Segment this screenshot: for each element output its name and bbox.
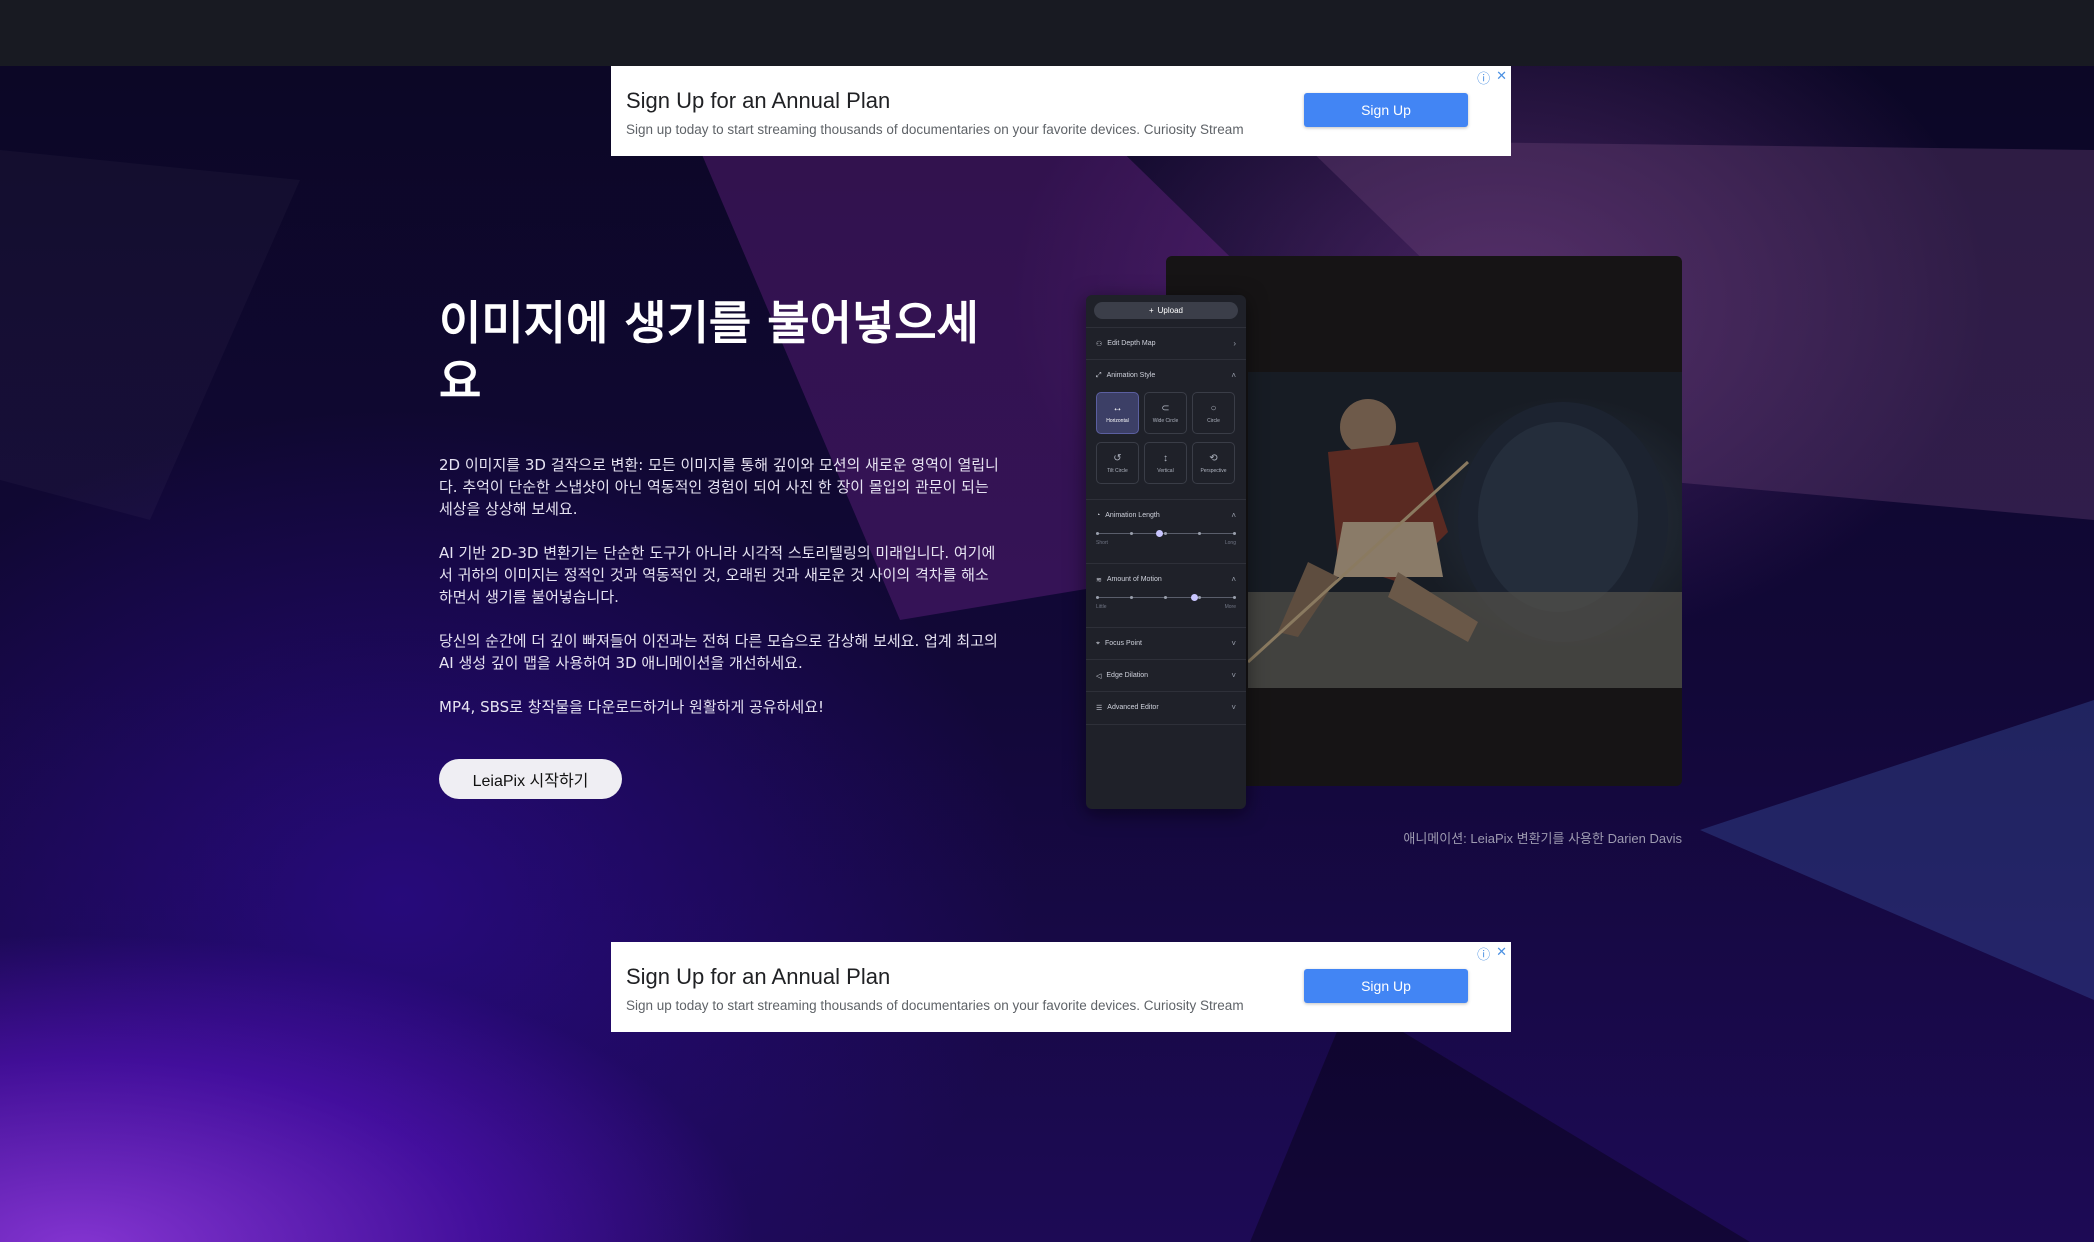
edit-depth-map-row[interactable]: ⚇ Edit Depth Map › xyxy=(1086,327,1246,360)
image-credit-caption: 애니메이션: LeiaPix 변환기를 사용한 Darien Davis xyxy=(1403,831,1682,846)
depth-map-icon: ⚇ xyxy=(1096,340,1103,348)
chevron-up-icon[interactable]: ˄ xyxy=(1231,371,1236,380)
amount-of-motion-label: Amount of Motion xyxy=(1106,576,1162,583)
leiapix-control-panel: + Upload ⚇ Edit Depth Map › ⤢ Animation … xyxy=(1086,295,1246,809)
ad-title[interactable]: Sign Up for an Annual Plan xyxy=(626,88,890,114)
edge-icon: ◁ xyxy=(1096,672,1102,680)
chevron-down-icon: ˅ xyxy=(1231,703,1236,712)
intro-paragraph-3: 당신의 순간에 더 깊이 빠져들어 이전과는 전혀 다른 모습으로 감상해 보세… xyxy=(439,632,998,672)
animation-style-icon: ⤢ xyxy=(1096,371,1102,379)
style-wide-circle[interactable]: ⊂ Wide Circle xyxy=(1144,392,1187,434)
amount-of-motion-section: ≋ Amount of Motion ˄ Little More xyxy=(1086,563,1246,628)
chevron-down-icon: ˅ xyxy=(1231,671,1236,680)
animation-style-section: ⤢ Animation Style ˄ ↔ Horizontal ⊂ Wide … xyxy=(1086,359,1246,500)
ad-banner-bottom[interactable]: Sign Up for an Annual Plan Sign up today… xyxy=(611,942,1511,1032)
edge-dilation-label: Edge Dilation xyxy=(1106,672,1149,679)
close-icon[interactable]: ✕ xyxy=(1496,944,1507,963)
animation-length-label: Animation Length xyxy=(1105,512,1160,519)
style-tilt-circle[interactable]: ↺ Tilt Circle xyxy=(1096,442,1139,484)
perspective-icon: ⟲ xyxy=(1209,452,1218,464)
wide-circle-icon: ⊂ xyxy=(1161,402,1170,414)
style-vertical[interactable]: ↕ Vertical xyxy=(1144,442,1187,484)
slider-knob[interactable] xyxy=(1156,530,1163,537)
intro-paragraph-2: AI 기반 2D-3D 변환기는 단순한 도구가 아니라 시각적 스토리텔링의 … xyxy=(439,544,996,606)
length-min-label: Short xyxy=(1096,540,1108,546)
start-leiapix-button[interactable]: LeiaPix 시작하기 xyxy=(439,759,622,799)
length-max-label: Long xyxy=(1224,540,1236,546)
arrows-vertical-icon: ↕ xyxy=(1163,452,1168,464)
chevron-up-icon[interactable]: ˄ xyxy=(1231,511,1236,520)
ad-signup-button[interactable]: Sign Up xyxy=(1304,969,1468,1003)
advanced-editor-row[interactable]: ☰ Advanced Editor ˅ xyxy=(1086,691,1246,725)
menu-icon: ☰ xyxy=(1096,704,1103,712)
image-illustration xyxy=(1248,399,1682,688)
ad-signup-button[interactable]: Sign Up xyxy=(1304,93,1468,127)
info-icon[interactable]: ⓘ xyxy=(1477,944,1490,963)
arrows-horizontal-icon: ↔ xyxy=(1112,402,1123,414)
motion-max-label: More xyxy=(1224,604,1236,610)
clock-icon: ◔ xyxy=(1096,512,1101,519)
chevron-down-icon: ˅ xyxy=(1231,639,1236,648)
intro-paragraph-4: MP4, SBS로 창작물을 다운로드하거나 원활하게 공유하세요! xyxy=(439,698,825,716)
motion-min-label: Little xyxy=(1096,604,1107,610)
upload-label: Upload xyxy=(1157,306,1184,315)
circle-icon: ○ xyxy=(1210,402,1217,414)
top-bar xyxy=(0,0,2094,66)
intro-paragraph-1: 2D 이미지를 3D 걸작으로 변환: 모든 이미지를 통해 깊이와 모션의 새… xyxy=(439,456,999,518)
info-icon[interactable]: ⓘ xyxy=(1477,68,1490,87)
animation-length-slider[interactable] xyxy=(1096,530,1236,537)
plus-icon: + xyxy=(1148,306,1154,315)
style-perspective[interactable]: ⟲ Perspective xyxy=(1192,442,1235,484)
upload-button[interactable]: + Upload xyxy=(1094,302,1238,319)
edge-dilation-row[interactable]: ◁ Edge Dilation ˅ xyxy=(1086,659,1246,692)
close-icon[interactable]: ✕ xyxy=(1496,68,1507,87)
animation-style-label: Animation Style xyxy=(1106,372,1156,379)
advanced-editor-label: Advanced Editor xyxy=(1107,704,1159,711)
chevron-right-icon: › xyxy=(1233,339,1236,348)
motion-icon: ≋ xyxy=(1096,576,1102,584)
page-title: 이미지에 생기를 불어넣으세요 xyxy=(439,296,979,408)
ad-banner-top[interactable]: Sign Up for an Annual Plan Sign up today… xyxy=(611,66,1511,156)
focus-icon: ⌖ xyxy=(1096,639,1100,647)
animation-length-section: ◔ Animation Length ˄ Short Long xyxy=(1086,499,1246,564)
chevron-up-icon[interactable]: ˄ xyxy=(1231,575,1236,584)
tilt-circle-icon: ↺ xyxy=(1113,452,1122,464)
focus-point-label: Focus Point xyxy=(1104,640,1142,647)
ad-subtitle: Sign up today to start streaming thousan… xyxy=(626,122,1244,137)
ad-subtitle: Sign up today to start streaming thousan… xyxy=(626,998,1244,1013)
style-circle[interactable]: ○ Circle xyxy=(1192,392,1235,434)
background-shapes xyxy=(700,130,2094,1242)
style-horizontal[interactable]: ↔ Horizontal xyxy=(1096,392,1139,434)
slider-knob[interactable] xyxy=(1191,594,1198,601)
focus-point-row[interactable]: ⌖ Focus Point ˅ xyxy=(1086,627,1246,660)
gladiator-image xyxy=(1248,372,1682,688)
edit-depth-map-label: Edit Depth Map xyxy=(1107,340,1156,347)
amount-of-motion-slider[interactable] xyxy=(1096,594,1236,601)
ad-title[interactable]: Sign Up for an Annual Plan xyxy=(626,964,890,990)
